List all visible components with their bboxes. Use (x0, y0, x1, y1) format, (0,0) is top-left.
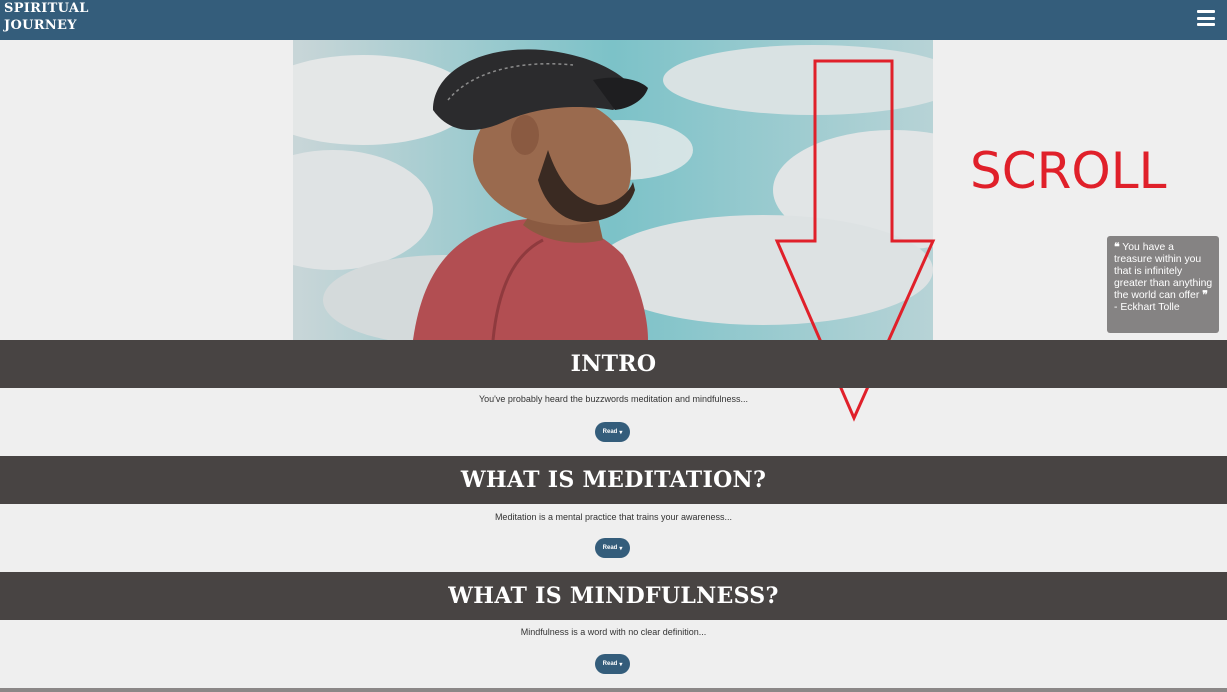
read-more-button[interactable]: Read ▾ (595, 538, 630, 558)
scroll-annotation-text: SCROLL (970, 142, 1167, 200)
hamburger-menu-icon[interactable] (1197, 10, 1215, 26)
hero-image (293, 40, 933, 340)
read-more-button[interactable]: Read ▾ (595, 422, 630, 442)
caret-down-icon: ▾ (619, 429, 623, 436)
site-brand[interactable]: SPIRITUAL JOURNEY (4, 0, 124, 34)
section-title: WHAT IS MINDFULNESS? (448, 583, 779, 609)
section-title: INTRO (570, 351, 657, 377)
brand-line-1: SPIRITUAL (4, 1, 89, 16)
next-section-edge (0, 688, 1227, 692)
section-summary: You've probably heard the buzzwords medi… (478, 394, 749, 404)
read-button-label: Read (602, 545, 618, 551)
read-button-label: Read (602, 429, 618, 435)
section-title: WHAT IS MEDITATION? (460, 467, 767, 493)
read-button-label: Read (602, 661, 618, 667)
read-more-button[interactable]: Read ▾ (595, 654, 630, 674)
section-summary: Meditation is a mental practice that tra… (494, 512, 733, 522)
quote-open-icon: ❝ (1114, 242, 1120, 253)
top-navbar: SPIRITUAL JOURNEY (0, 0, 1227, 40)
caret-down-icon: ▾ (619, 545, 623, 552)
section-header-meditation: WHAT IS MEDITATION? (0, 456, 1227, 504)
brand-line-2: JOURNEY (4, 18, 77, 33)
quote-text: You have a treasure within you that is i… (1114, 242, 1213, 301)
quote-close-icon: ❞ (1202, 290, 1208, 301)
section-header-mindfulness: WHAT IS MINDFULNESS? (0, 572, 1227, 620)
quote-author: - Eckhart Tolle (1114, 302, 1180, 313)
section-header-intro: INTRO (0, 340, 1227, 388)
section-summary: Mindfulness is a word with no clear defi… (520, 627, 707, 637)
quote-box: ❝ You have a treasure within you that is… (1107, 236, 1219, 333)
caret-down-icon: ▾ (619, 661, 623, 668)
